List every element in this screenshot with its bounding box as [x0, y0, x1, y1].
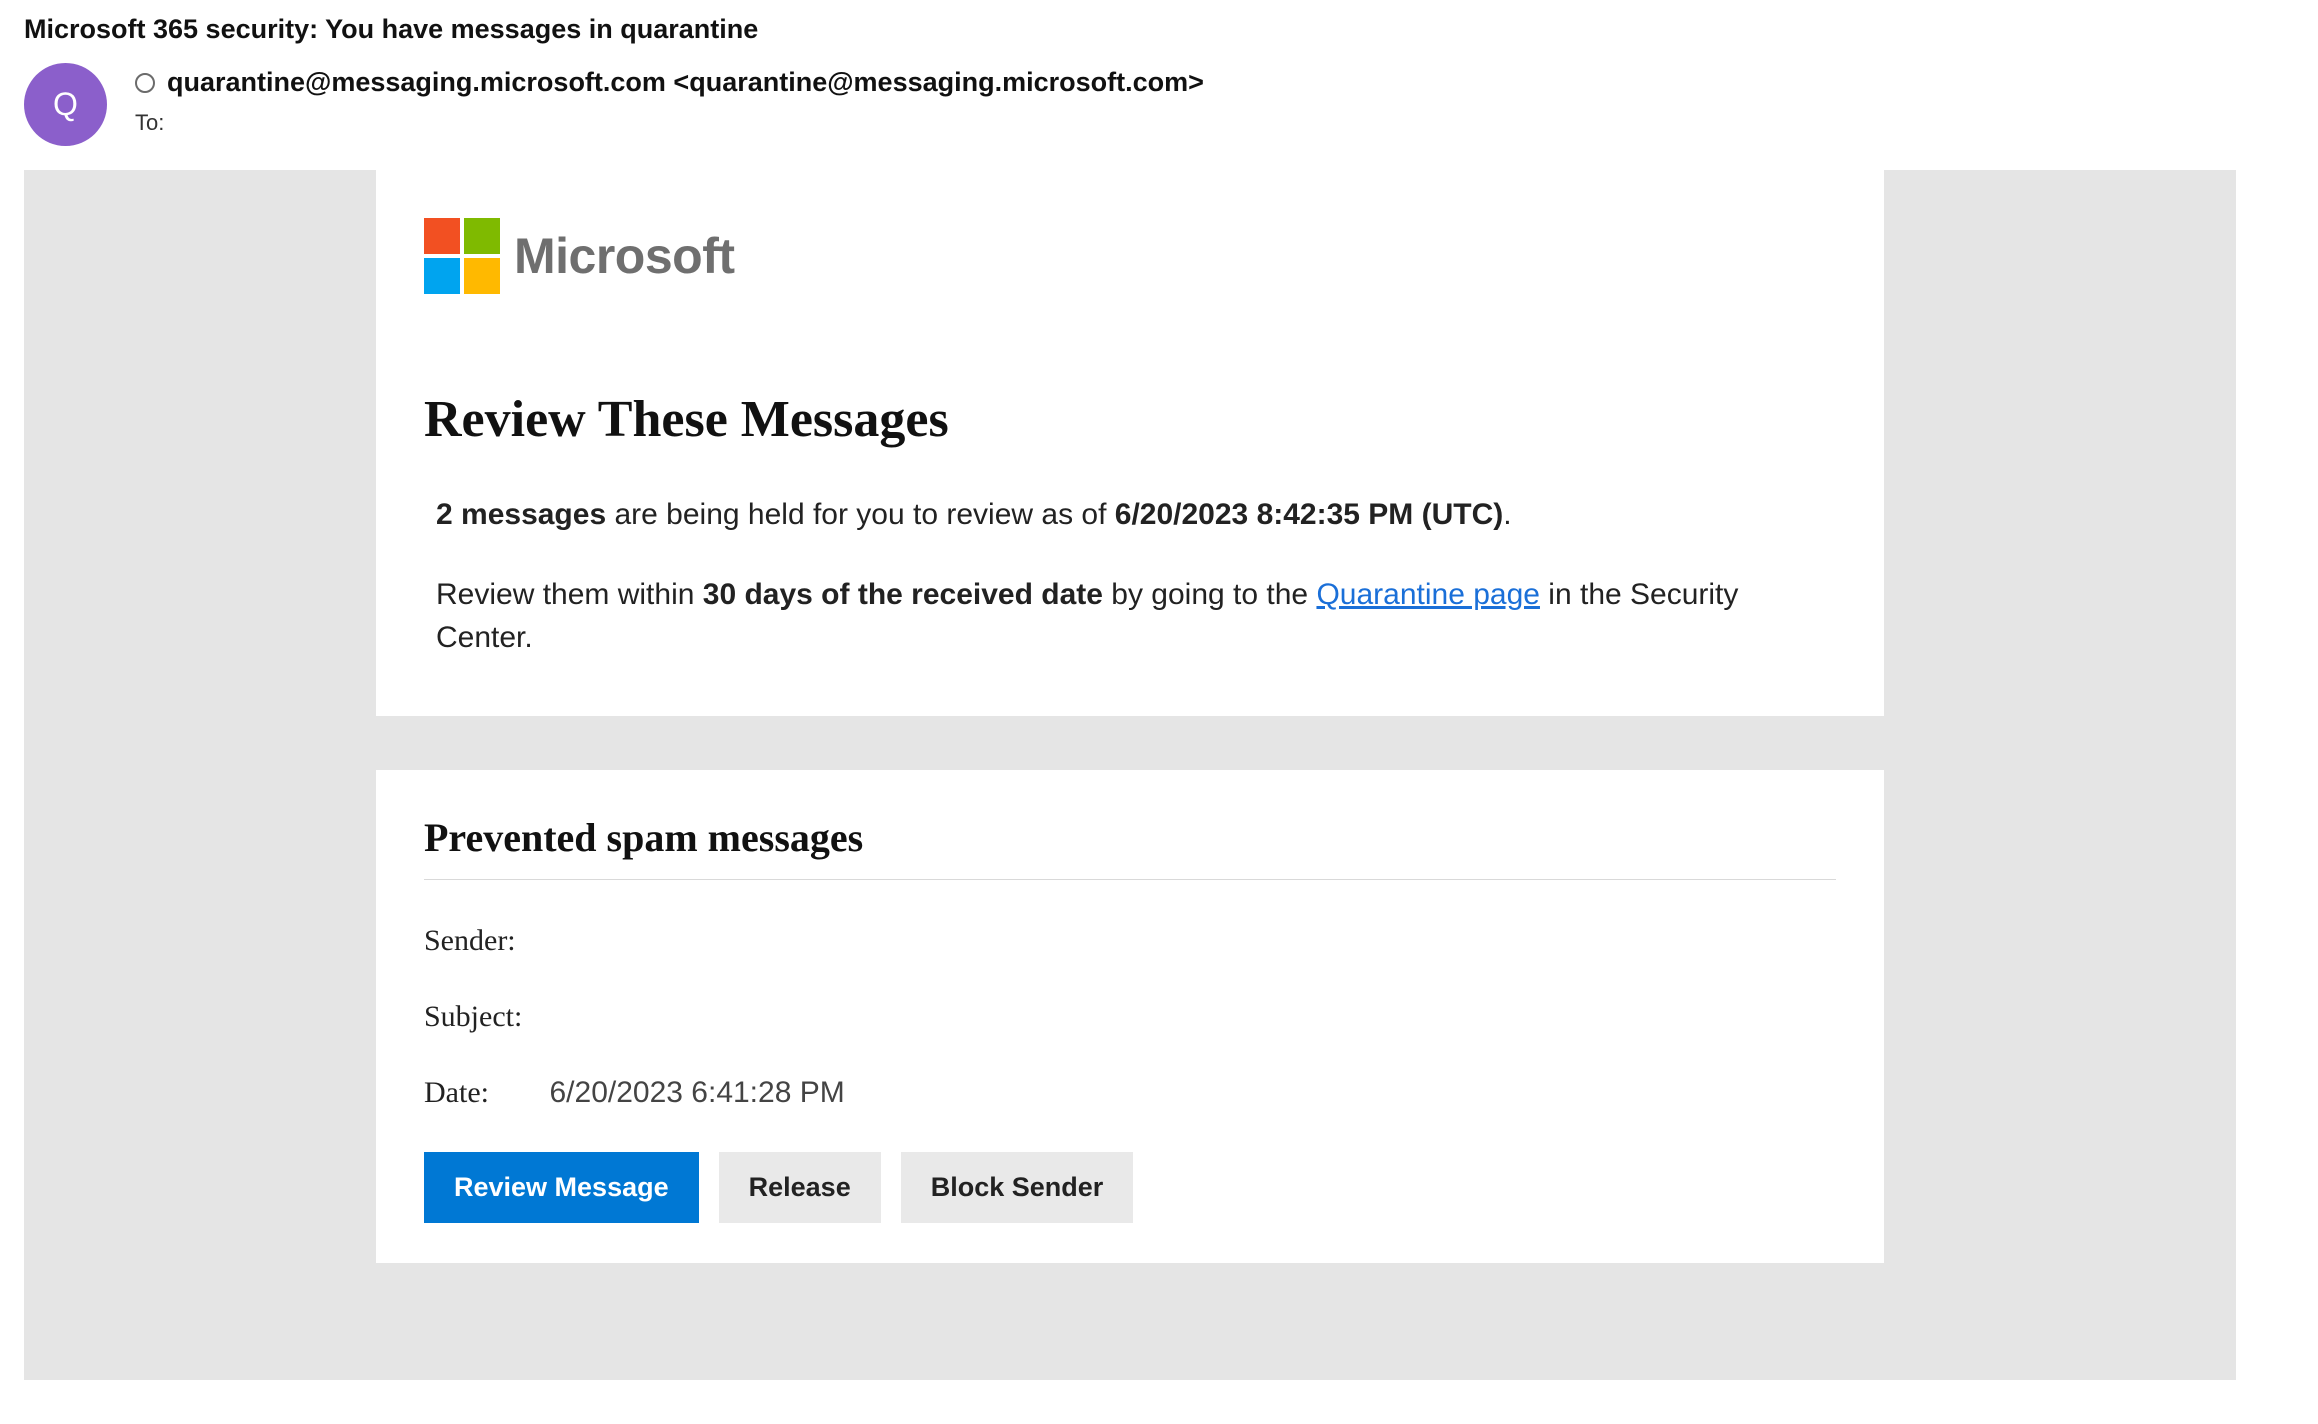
- sender-row: Sender:: [424, 924, 1836, 958]
- review-paragraph-1: 2 messages are being held for you to rev…: [436, 493, 1836, 537]
- email-body-frame: Microsoft Review These Messages 2 messag…: [24, 170, 2236, 1380]
- from-address: quarantine@messaging.microsoft.com <quar…: [167, 67, 1204, 98]
- email-from-row: Q quarantine@messaging.microsoft.com <qu…: [0, 53, 2318, 170]
- review-card: Microsoft Review These Messages 2 messag…: [376, 170, 1884, 716]
- action-button-row: Review Message Release Block Sender: [424, 1152, 1836, 1223]
- msg-count: 2 messages: [436, 498, 606, 531]
- p1-mid: are being held for you to review as of: [606, 498, 1115, 531]
- review-paragraph-2: Review them within 30 days of the receiv…: [436, 573, 1836, 660]
- quarantine-page-link[interactable]: Quarantine page: [1316, 578, 1540, 611]
- spam-heading: Prevented spam messages: [424, 814, 1836, 880]
- p1-suffix: .: [1503, 498, 1511, 531]
- review-deadline: 30 days of the received date: [703, 578, 1103, 611]
- to-label: To:: [135, 110, 2294, 136]
- sender-label: Sender:: [424, 924, 542, 958]
- date-value: 6/20/2023 6:41:28 PM: [550, 1076, 845, 1109]
- spam-card: Prevented spam messages Sender: Subject:…: [376, 770, 1884, 1263]
- date-label: Date:: [424, 1076, 542, 1110]
- as-of-datetime: 6/20/2023 8:42:35 PM (UTC): [1115, 498, 1504, 531]
- date-row: Date: 6/20/2023 6:41:28 PM: [424, 1076, 1836, 1110]
- from-line: quarantine@messaging.microsoft.com <quar…: [135, 67, 2294, 98]
- review-heading: Review These Messages: [424, 390, 1836, 449]
- release-button[interactable]: Release: [719, 1152, 881, 1223]
- p2-pre: Review them within: [436, 578, 703, 611]
- presence-ring-icon: [135, 73, 155, 93]
- email-subject: Microsoft 365 security: You have message…: [0, 0, 2318, 53]
- review-message-button[interactable]: Review Message: [424, 1152, 699, 1223]
- microsoft-logo: Microsoft: [424, 218, 1836, 294]
- microsoft-squares-icon: [424, 218, 500, 294]
- p2-mid: by going to the: [1103, 578, 1317, 611]
- subject-label: Subject:: [424, 1000, 542, 1034]
- block-sender-button[interactable]: Block Sender: [901, 1152, 1134, 1223]
- sender-avatar: Q: [24, 63, 107, 146]
- microsoft-wordmark: Microsoft: [514, 227, 735, 285]
- subject-row: Subject:: [424, 1000, 1836, 1034]
